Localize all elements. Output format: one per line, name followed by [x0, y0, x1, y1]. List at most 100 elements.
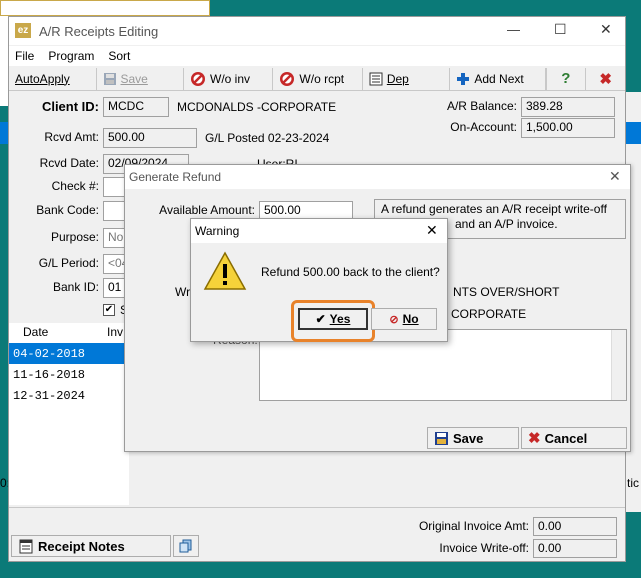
menu-file[interactable]: File [15, 49, 34, 63]
no-button[interactable]: ⊘ No [371, 308, 437, 330]
save-button[interactable]: Save [96, 67, 184, 90]
corporate-text: CORPORATE [451, 307, 527, 321]
main-title-bar: ez A/R Receipts Editing — ☐ ✕ [9, 17, 625, 45]
bank-id-label: Bank ID: [52, 280, 99, 294]
on-account-field: 1,500.00 [521, 118, 615, 138]
yes-label: Yes [329, 312, 351, 326]
ar-balance-label: A/R Balance: [446, 99, 517, 113]
table-row-date: 04-02-2018 [13, 347, 86, 361]
deposit-slip-icon [369, 72, 383, 86]
client-name: MCDONALDS -CORPORATE [177, 100, 337, 114]
reason-scrollbar[interactable] [611, 330, 626, 400]
purpose-label: Purpose: [50, 230, 99, 244]
refund-title-bar: Generate Refund ✕ [125, 165, 630, 189]
refund-title: Generate Refund [129, 170, 222, 184]
no-entry-icon [279, 71, 295, 87]
table-row[interactable]: 11-16-2018 [9, 364, 129, 385]
refund-close-button[interactable]: ✕ [609, 168, 621, 185]
background-edge-text: tic [627, 476, 639, 490]
rcvd-amt-field[interactable]: 500.00 [103, 128, 197, 148]
receipt-notes-button[interactable]: Receipt Notes [11, 535, 171, 557]
close-button[interactable]: ✕ [600, 21, 612, 38]
dep-button[interactable]: Dep [362, 67, 451, 90]
menu-bar: File Program Sort [9, 46, 625, 66]
warning-title: Warning [195, 224, 240, 238]
toolbar: AutoApply Save W/o inv W/o rcpt Dep Add … [9, 67, 625, 91]
minimize-button[interactable]: — [507, 22, 520, 37]
notepad-icon [18, 538, 34, 554]
dep-label: Dep [386, 71, 409, 86]
table-row[interactable]: 12-31-2024 [9, 385, 129, 406]
bank-code-label: Bank Code: [36, 203, 99, 217]
overshort-text: NTS OVER/SHORT [453, 285, 560, 299]
main-window-title: A/R Receipts Editing [39, 24, 159, 39]
warning-dialog: Warning ✕ Refund 500.00 back to the clie… [190, 218, 448, 342]
wo-rcpt-label: W/o rcpt [299, 71, 345, 86]
red-x-icon: ✖ [528, 430, 541, 447]
refund-label-wr: Wr [175, 285, 191, 299]
on-account-label: On-Account: [450, 120, 517, 134]
copy-icon [179, 539, 193, 553]
table-header-inv[interactable]: Inv [107, 325, 123, 339]
help-button[interactable]: ? [545, 67, 587, 90]
bottom-divider [9, 507, 625, 508]
warning-title-bar: Warning ✕ [191, 219, 447, 243]
notes-copy-button[interactable] [173, 535, 199, 557]
refund-cancel-button[interactable]: ✖ Cancel [521, 427, 627, 449]
refund-info-line1: A refund generates an A/R receipt write-… [381, 202, 607, 216]
wo-inv-button[interactable]: W/o inv [184, 67, 274, 90]
client-id-label: Client ID: [41, 99, 99, 114]
table-header-date[interactable]: Date [23, 325, 48, 339]
plus-icon [456, 72, 470, 86]
table-row-selected[interactable]: 04-02-2018 [9, 343, 129, 364]
red-x-icon: ✖ [599, 70, 612, 88]
maximize-button[interactable]: ☐ [554, 21, 567, 38]
table-row-date: 11-16-2018 [13, 368, 86, 382]
orig-inv-amt-field: 0.00 [533, 517, 617, 536]
invoice-table: Date Inv 04-02-2018 11-16-2018 12-31-202… [9, 323, 129, 505]
available-amount-label: Available Amount: [159, 203, 255, 217]
toolbar-close-button[interactable]: ✖ [586, 67, 625, 90]
ar-balance-field: 389.28 [521, 97, 615, 117]
rcvd-date-label: Rcvd Date: [39, 156, 99, 170]
save-disk-icon [434, 431, 449, 446]
refund-save-button[interactable]: Save [427, 427, 519, 449]
warning-message: Refund 500.00 back to the client? [261, 265, 440, 279]
check-number-label: Check #: [51, 179, 99, 193]
client-id-field[interactable]: MCDC [103, 97, 169, 117]
save-label: Save [120, 71, 148, 86]
warning-close-button[interactable]: ✕ [426, 222, 438, 239]
menu-program[interactable]: Program [48, 49, 94, 63]
checkmark-icon: ✔ [315, 312, 326, 326]
background-right-panel-blue [626, 122, 641, 144]
add-next-button[interactable]: Add Next [450, 67, 546, 90]
wo-inv-label: W/o inv [210, 71, 251, 86]
rcvd-amt-label: Rcvd Amt: [44, 130, 99, 144]
save-disk-icon [103, 72, 117, 86]
inv-writeoff-field: 0.00 [533, 539, 617, 558]
receipt-notes-label: Receipt Notes [38, 538, 125, 554]
autoapply-button[interactable]: AutoApply [9, 67, 97, 90]
background-window [0, 0, 210, 16]
autoapply-label: AutoApply [15, 71, 70, 86]
orig-inv-amt-label: Original Invoice Amt: [418, 519, 529, 533]
background-left-blue [0, 122, 8, 144]
help-icon: ? [561, 70, 571, 87]
yes-button[interactable]: ✔ Yes [298, 308, 368, 330]
app-icon: ez [15, 23, 31, 38]
gl-posted-text: G/L Posted 02-23-2024 [205, 131, 330, 145]
table-row-date: 12-31-2024 [13, 389, 86, 403]
menu-sort[interactable]: Sort [108, 49, 130, 63]
refund-cancel-label: Cancel [544, 430, 588, 446]
wo-rcpt-button[interactable]: W/o rcpt [273, 67, 363, 90]
refund-save-label: Save [453, 430, 484, 446]
add-next-label: Add Next [474, 71, 524, 86]
no-icon: ⊘ [389, 313, 399, 326]
gl-period-label: G/L Period: [38, 256, 99, 270]
inv-writeoff-label: Invoice Write-off: [439, 541, 529, 555]
no-entry-icon [190, 71, 206, 87]
checkbox[interactable]: ✔ [103, 304, 115, 316]
no-label: No [402, 312, 419, 326]
warning-triangle-icon [203, 251, 247, 291]
background-window-edge [0, 16, 8, 106]
